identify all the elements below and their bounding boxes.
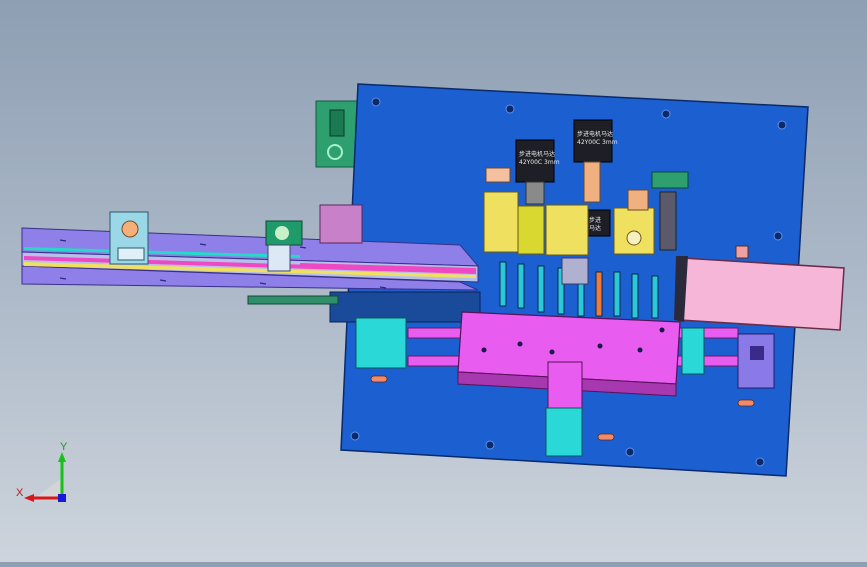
axis-triad[interactable]: Y X [16, 441, 68, 502]
cad-3d-viewport[interactable]: 步进电机马达 42Y00C 3mm 步进电机马达 42Y00C 3mm 步进 马… [0, 0, 867, 562]
y-axis-label: Y [60, 441, 68, 453]
svg-text:步进: 步进 [589, 216, 601, 224]
x-axis-label: X [16, 487, 24, 499]
stepper-motor-3: 步进 马达 [585, 209, 611, 237]
svg-text:步进电机马达: 步进电机马达 [577, 130, 613, 138]
rail-slider-1 [109, 211, 149, 265]
z-axis-icon [58, 494, 66, 502]
cad-model-canvas[interactable]: 步进电机马达 42Y00C 3mm 步进电机马达 42Y00C 3mm 步进 马… [0, 0, 867, 562]
y-arrow-icon [58, 452, 66, 462]
svg-text:步进电机马达: 步进电机马达 [519, 150, 555, 158]
svg-text:42Y00C 3mm: 42Y00C 3mm [577, 139, 618, 146]
sensor-bracket [315, 100, 361, 168]
x-arrow-icon [24, 494, 34, 502]
svg-text:42Y00C 3mm: 42Y00C 3mm [519, 159, 560, 166]
svg-text:马达: 马达 [589, 224, 601, 232]
